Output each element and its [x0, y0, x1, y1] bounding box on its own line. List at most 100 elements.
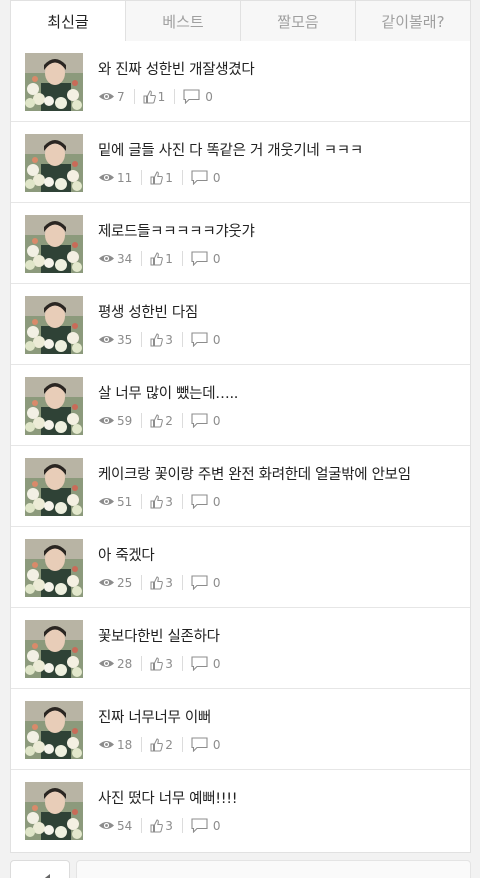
comment-icon	[183, 89, 200, 104]
tab-2[interactable]: 베스트	[126, 0, 241, 42]
view-count-value: 35	[117, 332, 133, 347]
thumbs-up-icon	[150, 494, 164, 509]
comment-icon	[191, 413, 208, 428]
comment-icon	[191, 332, 208, 347]
post-title[interactable]: 진짜 너무너무 이뻐	[98, 706, 211, 727]
post-title[interactable]: 와 진짜 성한빈 개잘생겼다	[98, 58, 255, 79]
list-item[interactable]: 제로드들ㅋㅋㅋㅋㅋ갸웃갸 34 1 0	[11, 203, 470, 284]
post-thumbnail[interactable]	[25, 620, 83, 678]
divider	[181, 170, 183, 185]
comment-count: 0	[183, 89, 213, 104]
post-meta: 25 3 0	[98, 575, 221, 590]
comment-icon	[191, 737, 208, 752]
eye-icon	[98, 253, 115, 264]
view-count: 28	[98, 657, 132, 671]
like-count-value: 3	[165, 656, 173, 671]
comment-count: 0	[191, 656, 221, 671]
post-title[interactable]: 평생 성한빈 다짐	[98, 301, 198, 322]
tab-4[interactable]: 같이볼래?	[356, 0, 471, 42]
list-item[interactable]: 살 너무 많이 뺐는데….. 59 2 0	[11, 365, 470, 446]
divider	[141, 170, 143, 185]
eye-icon	[98, 334, 115, 345]
comment-icon	[191, 818, 208, 833]
comment-count-value: 0	[212, 332, 221, 347]
post-meta: 7 1 0	[98, 89, 213, 104]
post-thumbnail[interactable]	[25, 377, 83, 435]
post-title[interactable]: 케이크랑 꽃이랑 주변 완전 화려한데 얼굴밖에 안보임	[98, 463, 411, 484]
comment-icon	[191, 494, 208, 509]
comment-count-value: 0	[212, 413, 221, 428]
eye-icon	[98, 658, 115, 669]
post-meta: 59 2 0	[98, 413, 221, 428]
divider	[141, 251, 143, 266]
divider	[141, 818, 143, 833]
divider	[141, 575, 143, 590]
post-title[interactable]: 사진 떴다 너무 예뻐!!!!	[98, 787, 238, 808]
post-title[interactable]: 밑에 글들 사진 다 똑같은 거 개웃기네 ㅋㅋㅋ	[98, 139, 363, 160]
list-item[interactable]: 사진 떴다 너무 예뻐!!!! 54 3 0	[11, 770, 470, 851]
post-thumbnail[interactable]	[25, 539, 83, 597]
thumbs-up-icon	[143, 89, 156, 104]
divider	[181, 737, 183, 752]
view-count-value: 28	[117, 656, 133, 671]
post-thumbnail[interactable]	[25, 782, 83, 840]
post-meta: 28 3 0	[98, 656, 221, 671]
like-count-value: 3	[165, 818, 173, 833]
post-meta: 54 3 0	[98, 818, 221, 833]
list-item[interactable]: 평생 성한빈 다짐 35 3 0	[11, 284, 470, 365]
post-title[interactable]: 제로드들ㅋㅋㅋㅋㅋ갸웃갸	[98, 220, 255, 241]
comment-count: 0	[191, 575, 221, 590]
view-count: 35	[98, 333, 132, 347]
comment-count: 0	[191, 737, 221, 752]
list-item[interactable]: 케이크랑 꽃이랑 주변 완전 화려한데 얼굴밖에 안보임 51 3 0	[11, 446, 470, 527]
prev-page-button[interactable]	[10, 860, 70, 878]
comment-count: 0	[191, 170, 221, 185]
eye-icon	[98, 91, 115, 102]
post-title[interactable]: 아 죽겠다	[98, 544, 155, 565]
post-thumbnail[interactable]	[25, 215, 83, 273]
like-count: 2	[150, 738, 173, 752]
divider	[181, 332, 183, 347]
view-count-value: 18	[117, 737, 133, 752]
post-meta: 11 1 0	[98, 170, 221, 185]
post-thumbnail[interactable]	[25, 296, 83, 354]
list-item[interactable]: 와 진짜 성한빈 개잘생겼다 7 1 0	[11, 41, 470, 122]
post-meta: 51 3 0	[98, 494, 221, 509]
comment-icon	[191, 170, 208, 185]
list-item[interactable]: 밑에 글들 사진 다 똑같은 거 개웃기네 ㅋㅋㅋ 11 1 0	[11, 122, 470, 203]
post-thumbnail[interactable]	[25, 134, 83, 192]
comment-icon	[191, 656, 208, 671]
list-item[interactable]: 아 죽겠다 25 3 0	[11, 527, 470, 608]
like-count: 3	[150, 495, 173, 509]
tab-3[interactable]: 짤모음	[241, 0, 356, 42]
thumbs-up-icon	[150, 332, 164, 347]
list-item[interactable]: 꽃보다한빈 실존하다 28 3 0	[11, 608, 470, 689]
comment-count-value: 0	[212, 170, 221, 185]
comment-count-value: 0	[212, 656, 221, 671]
post-title[interactable]: 살 너무 많이 뺐는데…..	[98, 382, 238, 403]
tab-1[interactable]: 최신글	[10, 0, 126, 42]
view-count: 7	[98, 90, 125, 104]
post-thumbnail[interactable]	[25, 701, 83, 759]
thumbs-up-icon	[150, 251, 164, 266]
like-count: 3	[150, 819, 173, 833]
view-count: 25	[98, 576, 132, 590]
list-item[interactable]: 진짜 너무너무 이뻐 18 2 0	[11, 689, 470, 770]
post-thumbnail[interactable]	[25, 53, 83, 111]
like-count-value: 3	[165, 332, 173, 347]
comment-count-value: 0	[212, 737, 221, 752]
thumbs-up-icon	[150, 737, 164, 752]
eye-icon	[98, 496, 115, 507]
like-count-value: 1	[157, 89, 166, 104]
post-meta: 18 2 0	[98, 737, 221, 752]
comment-count-value: 0	[212, 575, 221, 590]
like-count: 1	[150, 252, 173, 266]
bottom-bar	[76, 860, 471, 878]
post-thumbnail[interactable]	[25, 458, 83, 516]
view-count: 51	[98, 495, 132, 509]
like-count: 1	[143, 89, 166, 104]
post-title[interactable]: 꽃보다한빈 실존하다	[98, 625, 220, 646]
view-count: 54	[98, 819, 132, 833]
thumbs-up-icon	[150, 170, 164, 185]
view-count: 34	[98, 252, 132, 266]
